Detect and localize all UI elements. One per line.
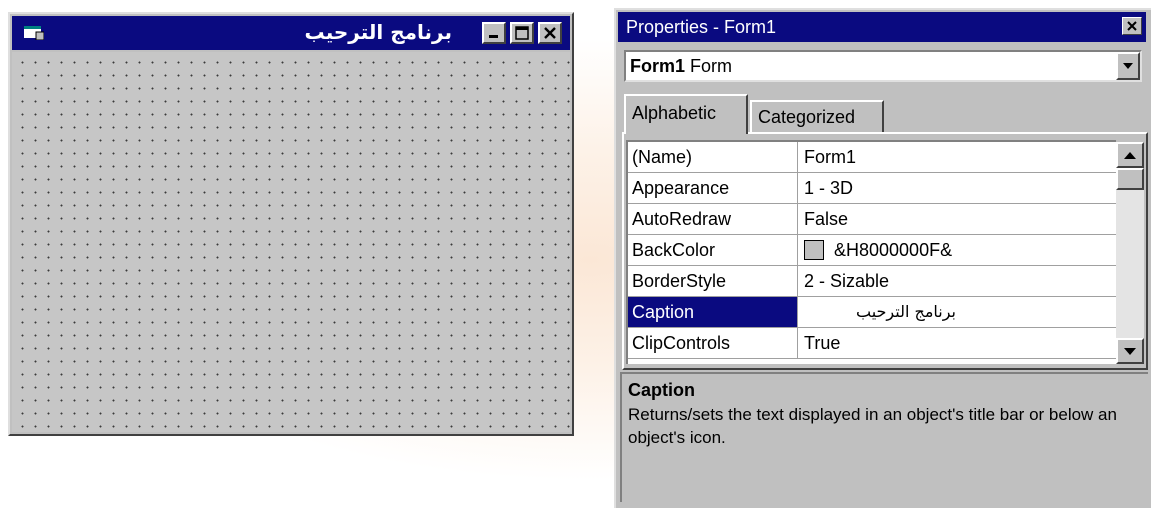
object-name: Form1 — [630, 56, 686, 76]
property-name: ClipControls — [628, 328, 798, 358]
maximize-icon — [515, 26, 529, 40]
scroll-down-icon — [1124, 347, 1136, 355]
object-selector[interactable]: Form1 Form — [624, 50, 1142, 82]
property-name: Caption — [628, 297, 798, 327]
tab-alphabetic[interactable]: Alphabetic — [624, 94, 748, 134]
object-type: Form — [690, 56, 733, 76]
scroll-thumb[interactable] — [1116, 168, 1144, 190]
dropdown-arrow-icon — [1123, 63, 1133, 69]
scroll-up-button[interactable] — [1116, 142, 1144, 168]
property-grid[interactable]: (Name) Form1 Appearance 1 - 3D AutoRedra… — [626, 140, 1116, 364]
property-value[interactable]: 2 - Sizable — [798, 266, 1116, 296]
properties-title: Properties - Form1 — [626, 17, 777, 37]
scroll-up-icon — [1124, 151, 1136, 159]
property-value[interactable]: False — [798, 204, 1116, 234]
property-grid-scrollbar[interactable] — [1116, 142, 1144, 364]
description-text: Returns/sets the text displayed in an ob… — [628, 405, 1117, 447]
property-row-appearance[interactable]: Appearance 1 - 3D — [628, 173, 1116, 204]
maximize-button[interactable] — [510, 22, 534, 44]
property-value[interactable]: True — [798, 328, 1116, 358]
property-value: &H8000000F& — [834, 240, 953, 260]
form-icon — [24, 26, 44, 40]
form-title-bar[interactable]: برنامج الترحيب — [12, 16, 570, 50]
object-selector-dropdown-button[interactable] — [1116, 52, 1140, 80]
description-pane: Caption Returns/sets the text displayed … — [620, 372, 1148, 502]
minimize-button[interactable] — [482, 22, 506, 44]
property-row-borderstyle[interactable]: BorderStyle 2 - Sizable — [628, 266, 1116, 297]
minimize-icon — [489, 35, 498, 38]
property-value[interactable]: برنامج الترحيب — [798, 297, 1116, 327]
property-name: AutoRedraw — [628, 204, 798, 234]
property-name: Appearance — [628, 173, 798, 203]
properties-title-bar[interactable]: Properties - Form1 — [618, 12, 1146, 42]
form-caption: برنامج الترحيب — [304, 20, 452, 44]
property-name: BorderStyle — [628, 266, 798, 296]
property-value-backcolor[interactable]: &H8000000F& — [798, 235, 1116, 265]
property-row-backcolor[interactable]: BackColor &H8000000F& — [628, 235, 1116, 266]
close-button[interactable] — [538, 22, 562, 44]
property-row-name[interactable]: (Name) Form1 — [628, 142, 1116, 173]
color-swatch — [804, 239, 824, 260]
tab-categorized[interactable]: Categorized — [750, 100, 884, 132]
form-designer-window[interactable]: برنامج الترحيب — [8, 12, 574, 436]
close-icon — [544, 27, 556, 39]
property-value[interactable]: Form1 — [798, 142, 1116, 172]
property-name: BackColor — [628, 235, 798, 265]
form-design-grid[interactable] — [12, 52, 570, 432]
property-row-clipcontrols[interactable]: ClipControls True — [628, 328, 1116, 359]
close-icon — [1127, 21, 1137, 31]
description-title: Caption — [628, 380, 695, 400]
property-row-caption[interactable]: Caption برنامج الترحيب — [628, 297, 1116, 328]
property-name: (Name) — [628, 142, 798, 172]
property-row-autoredraw[interactable]: AutoRedraw False — [628, 204, 1116, 235]
properties-window: Properties - Form1 Form1 Form Alphabetic… — [614, 8, 1151, 508]
scroll-down-button[interactable] — [1116, 338, 1144, 364]
properties-close-button[interactable] — [1122, 17, 1142, 35]
property-value[interactable]: 1 - 3D — [798, 173, 1116, 203]
